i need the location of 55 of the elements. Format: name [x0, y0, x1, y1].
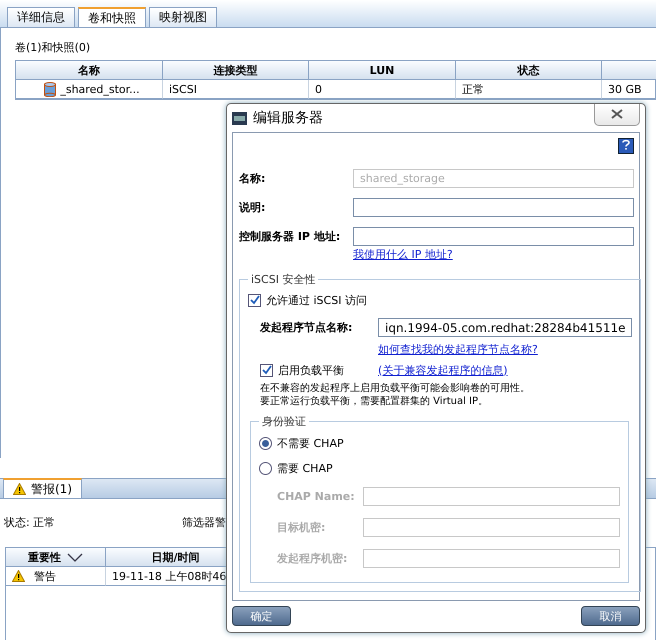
radio-button[interactable]: [259, 462, 272, 475]
field-label: 目标机密:: [277, 520, 326, 535]
column-header: 状态: [456, 61, 602, 80]
note-text: 在不兼容的发起程序上启用负载平衡可能会影响卷的可用性。: [260, 382, 531, 395]
field-label: 控制服务器 IP 地址:: [239, 229, 342, 244]
input-field[interactable]: iqn.1994-05.com.redhat:28284b41511e: [378, 318, 632, 337]
checkbox-label: 允许通过 iSCSI 访问: [266, 292, 367, 308]
checkbox[interactable]: [260, 364, 273, 376]
close-button[interactable]: [594, 104, 640, 126]
column-header[interactable]: 重要性: [6, 548, 106, 567]
radio-label: 不需要 CHAP: [277, 436, 344, 451]
field-label: 说明:: [239, 200, 266, 215]
table-cell: 警告: [6, 567, 106, 586]
tab[interactable]: 警报(1): [3, 478, 82, 498]
column-header: 名称: [16, 61, 163, 80]
ok-button[interactable]: 确定: [232, 606, 291, 626]
column-header: 连接类型: [163, 61, 309, 80]
app-icon: [232, 112, 247, 124]
cancel-button[interactable]: 取消: [581, 606, 640, 626]
table-cell: 30 GB: [602, 80, 656, 99]
status-text: 状态: 正常: [4, 515, 56, 530]
table-cell: 0: [309, 80, 456, 99]
help-link[interactable]: 我使用什么 IP 地址?: [353, 248, 453, 261]
field-label: CHAP Name:: [277, 490, 356, 503]
field-label: 名称:: [239, 171, 266, 186]
warning-icon: [13, 483, 26, 495]
checkbox-label: 启用负载平衡: [278, 362, 344, 378]
table-cell: _shared_stor...: [16, 80, 163, 99]
input-field[interactable]: [353, 227, 634, 246]
note-text: 要正常运行负载平衡，需要配置群集的 Virtual IP。: [260, 395, 490, 408]
help-icon[interactable]: [618, 138, 634, 154]
close-icon: [611, 109, 623, 119]
info-link[interactable]: (关于兼容发起程序的信息): [378, 362, 508, 378]
tab[interactable]: 映射视图: [149, 7, 217, 27]
tab[interactable]: 卷和快照: [78, 7, 146, 27]
database-icon: [44, 82, 56, 96]
radio-button[interactable]: [259, 437, 272, 450]
radio-dot-icon: [262, 440, 269, 447]
field-label: 发起程序节点名称:: [260, 320, 354, 335]
group-title: iSCSI 安全性: [250, 272, 316, 287]
warning-icon: [12, 570, 25, 582]
field-label: 发起程序机密:: [277, 551, 348, 566]
section-title: 卷(1)和快照(0): [15, 40, 92, 55]
window-title: 编辑服务器: [253, 109, 324, 127]
input-field[interactable]: [353, 198, 634, 217]
tab[interactable]: 详细信息: [7, 7, 75, 27]
checkbox[interactable]: [248, 294, 261, 306]
group-title: 身份验证: [261, 414, 307, 429]
chevron-down-icon: [67, 552, 83, 562]
table-cell: 正常: [456, 80, 602, 99]
filter-label: 筛选器警: [182, 515, 226, 530]
radio-label: 需要 CHAP: [277, 461, 333, 476]
column-header: LUN: [309, 61, 456, 80]
table-cell: iSCSI: [163, 80, 309, 99]
help-link[interactable]: 如何查找我的发起程序节点名称?: [378, 343, 538, 356]
